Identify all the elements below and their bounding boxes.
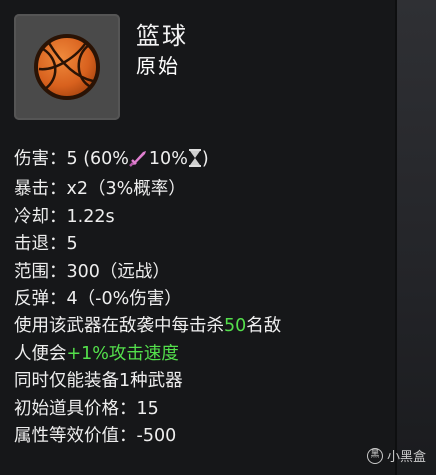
damage-close-paren: ) [201,149,209,169]
effect-line-1: 使用该武器在敌袭中每击杀50名敌 [14,313,389,340]
item-rarity: 原始 [136,54,180,78]
stat-row-base-price: 初始道具价格：15 [14,396,389,423]
effect-text-b: 名敌 [246,316,282,337]
knockback-value: 5 [66,234,78,255]
watermark-text: 小黑盒 [386,450,426,465]
knockback-label: 击退： [14,234,67,255]
watermark: 黑 小黑盒 [366,446,426,465]
base-price-label: 初始道具价格： [14,398,137,419]
effect-line-2: 人便会+1%攻击速度 [14,341,389,368]
effect-text-c: 人便会 [14,343,67,364]
cooldown-value: 1.22s [66,206,115,227]
stat-row-cooldown: 冷却：1.22s [14,204,389,231]
crit-label: 暴击： [14,179,67,200]
hourglass-icon [188,149,202,176]
item-tooltip-card: 篮球 原始 伤害：5 (60% 10%) 暴击：x2（3%概率） 冷却：1.22s… [0,0,397,475]
crit-value: x2（3%概率） [66,179,186,200]
effect-kill-count: 50 [224,316,247,337]
item-name: 篮球 [136,22,188,50]
stat-row-crit: 暴击：x2（3%概率） [14,176,389,203]
base-price-value: 15 [136,398,159,419]
sword-icon [129,149,149,176]
damage-label: 伤害： [14,149,67,169]
stat-row-knockback: 击退：5 [14,231,389,258]
cooldown-label: 冷却： [14,206,67,227]
basketball-icon [34,34,100,100]
effect-attack-speed-bonus: +1%攻击速度 [66,343,179,364]
stat-row-range: 范围：300（远战） [14,259,389,286]
equivalent-value-value: -500 [136,426,177,447]
effect-text-a: 使用该武器在敌袭中每击杀 [14,316,224,337]
stat-row-damage: 伤害：5 (60% 10%) [14,146,389,176]
watermark-logo-icon: 黑 [366,447,383,464]
bounce-value: 4（-0%伤害） [66,289,182,310]
range-value: 300（远战） [66,261,170,282]
damage-value: 5 (60% [66,149,129,169]
item-icon-frame [14,14,120,120]
stat-row-bounce: 反弹：4（-0%伤害） [14,286,389,313]
range-label: 范围： [14,261,67,282]
bounce-label: 反弹： [14,289,67,310]
stats-list: 伤害：5 (60% 10%) 暴击：x2（3%概率） 冷却：1.22s 击退： 5 … [14,146,389,450]
damage-scaling-value: 10% [148,149,188,169]
unique-weapon-note: 同时仅能装备1种武器 [14,371,183,392]
equivalent-value-label: 属性等效价值： [14,426,137,447]
stat-row-equivalent-value: 属性等效价值：-500 [14,423,389,450]
